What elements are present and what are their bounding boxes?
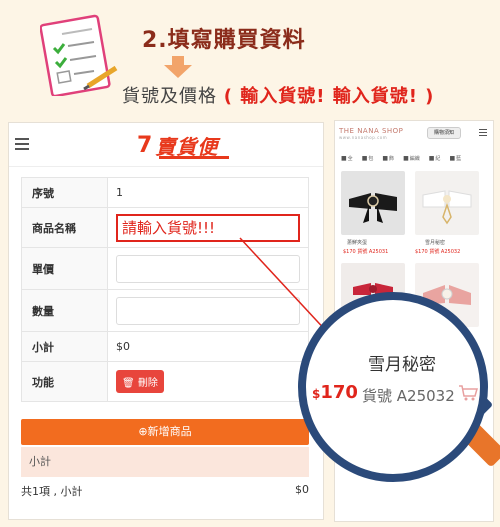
add-product-button[interactable]: ⊕新增商品 (21, 419, 309, 445)
price-value: 170 (320, 382, 358, 403)
shop-logo: THE NANA SHOP www.nanashop.com (339, 127, 403, 140)
subtitle-emphasis: ( 輸入貨號! 輸入貨號! ) (223, 86, 435, 107)
delete-button-label: 刪除 (137, 378, 158, 389)
actions-label: 功能 (21, 361, 108, 402)
total-row: 共1項 , 小計 $0 (21, 483, 309, 503)
form-row-unit-price: 單價 (21, 247, 309, 290)
trash-icon: 🗑 (122, 378, 135, 389)
serial-value: 1 (107, 177, 309, 208)
magnifier: 雪月秘密 $170 貨號 A25032 (298, 292, 488, 482)
product-price-line: $170 貨號 A25031 (343, 248, 388, 255)
subtotal-bar: 小計 (21, 447, 309, 477)
form-row-subtotal: 小計 $0 (21, 331, 309, 362)
arrow-down-icon (164, 56, 192, 78)
shop-menu-icon[interactable] (479, 129, 487, 138)
zoomed-product-price: $170 (312, 382, 358, 403)
seven-eleven-logo: 7 (137, 132, 153, 158)
app-header: 7 賣貨便 (9, 123, 323, 167)
step-title: 2.填寫購買資料 (142, 28, 306, 53)
subtotal-value: $0 (107, 331, 309, 362)
form-row-serial: 序號 1 (21, 177, 309, 208)
zoomed-product-code: 貨號 A25032 (362, 387, 455, 405)
zoomed-product-name: 雪月秘密 (368, 355, 436, 375)
order-form-panel: 7 賣貨便 序號 1 商品名稱 請輸入貨號!!! 單價 數量 小計 $0 功能 (8, 122, 324, 520)
subtotal-label: 小計 (21, 331, 108, 362)
product-name-label: 商品名稱 (21, 207, 108, 248)
category-filters: 全 包 飾 編織 紀 藍 (341, 155, 461, 162)
form-document-icon (40, 14, 118, 96)
category-item[interactable]: 全 (341, 155, 353, 162)
product-image[interactable] (415, 171, 479, 235)
product-image[interactable] (341, 171, 405, 235)
product-name[interactable]: 蔥鮮夾蛋 (347, 239, 367, 246)
product-code: 貨號 A25032 (429, 249, 461, 255)
product-name[interactable]: 雪月秘密 (425, 239, 445, 246)
product-price: $170 (415, 249, 428, 255)
shop-logo-text: THE NANA SHOP (339, 127, 404, 135)
unit-price-label: 單價 (21, 247, 108, 290)
product-price-line: $170 貨號 A25032 (415, 248, 460, 255)
delete-button[interactable]: 🗑 刪除 (116, 370, 164, 393)
header: 2.填寫購買資料 貨號及價格 ( 輸入貨號! 輸入貨號! ) (0, 0, 500, 118)
category-item[interactable]: 編織 (403, 155, 420, 162)
form-row-actions: 功能 🗑 刪除 (21, 361, 309, 402)
subtitle: 貨號及價格 ( 輸入貨號! 輸入貨號! ) (122, 82, 434, 108)
total-label: 共1項 , 小計 (21, 485, 83, 498)
cart-icon (459, 385, 478, 401)
form-row-product-name: 商品名稱 請輸入貨號!!! (21, 207, 309, 248)
category-item[interactable]: 包 (362, 155, 373, 162)
quantity-label: 數量 (21, 289, 108, 332)
product-name-input[interactable]: 請輸入貨號!!! (116, 213, 300, 242)
menu-icon[interactable] (15, 138, 29, 150)
category-item[interactable]: 紀 (429, 155, 440, 162)
shop-logo-subtext: www.nanashop.com (339, 135, 388, 140)
category-item[interactable]: 飾 (382, 155, 394, 162)
unit-price-input[interactable] (116, 254, 300, 283)
logo-underline (159, 156, 229, 159)
total-value: $0 (295, 483, 309, 496)
subtitle-prefix: 貨號及價格 (122, 86, 217, 107)
shopping-guide-button[interactable]: 購物須知 (427, 127, 461, 139)
product-code: 貨號 A25031 (357, 249, 389, 255)
category-item[interactable]: 藍 (449, 155, 461, 162)
quantity-input[interactable] (116, 296, 300, 325)
order-form-table: 序號 1 商品名稱 請輸入貨號!!! 單價 數量 小計 $0 功能 🗑 刪除 (21, 177, 309, 402)
serial-label: 序號 (21, 177, 108, 208)
product-price: $170 (343, 249, 356, 255)
form-row-quantity: 數量 (21, 289, 309, 332)
